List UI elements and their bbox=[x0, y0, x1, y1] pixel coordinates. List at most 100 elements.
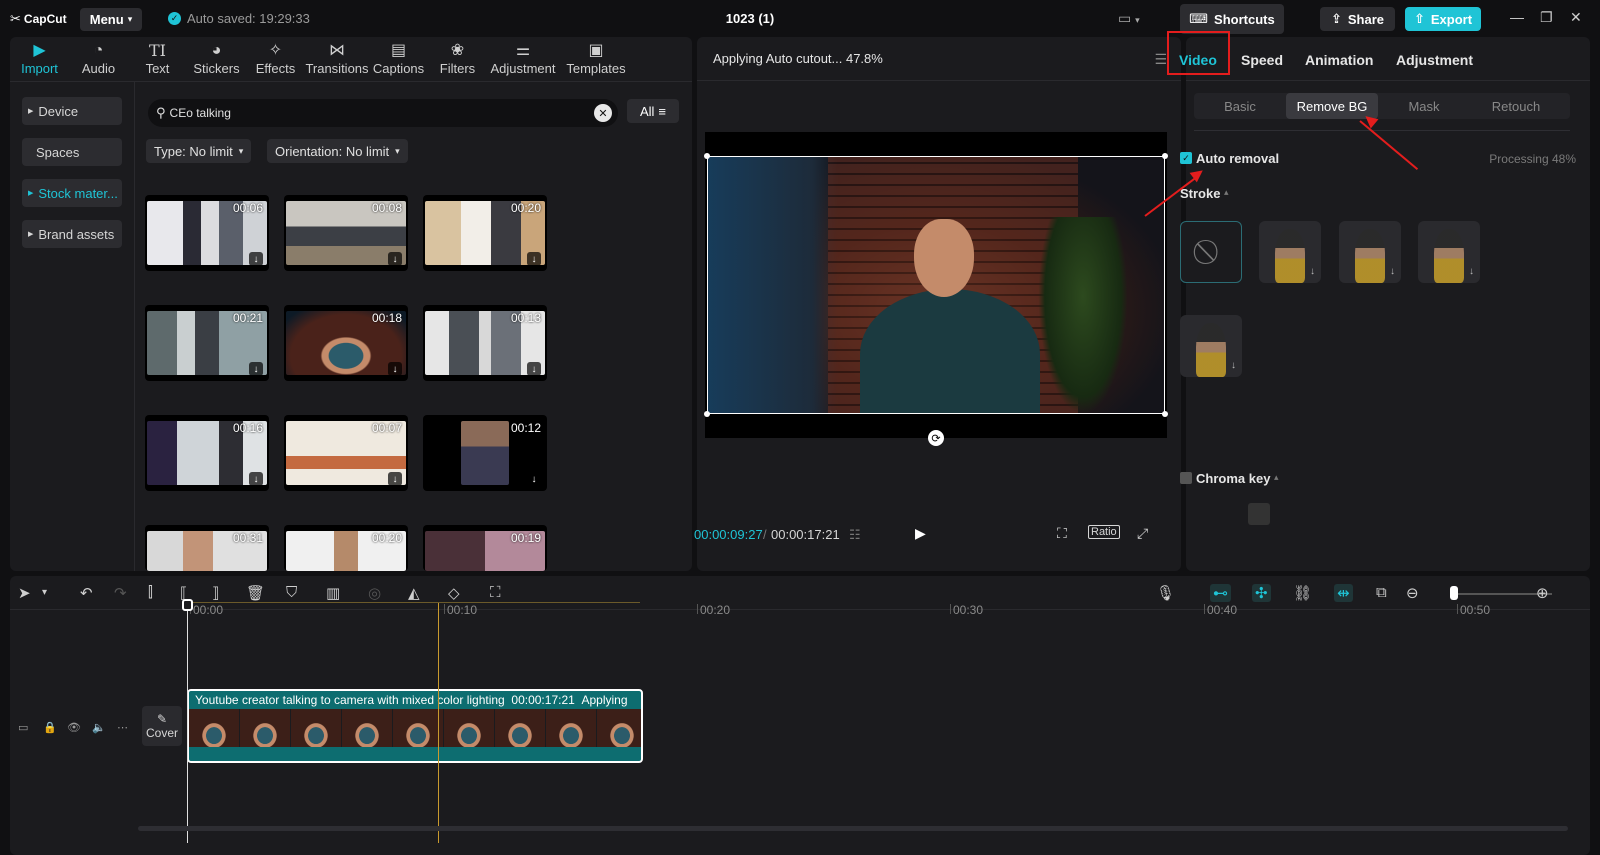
main-track-magnet-icon[interactable]: ⊷ bbox=[1210, 584, 1231, 602]
clear-search-icon[interactable]: ✕ bbox=[594, 104, 612, 122]
download-icon[interactable]: ↓ bbox=[527, 472, 541, 486]
stroke-option-none[interactable]: ⃠ bbox=[1180, 221, 1242, 283]
sidebar-item-device[interactable]: ▶ Device bbox=[22, 97, 122, 125]
stock-thumbnail[interactable]: 00:19 bbox=[423, 525, 547, 571]
all-filter-button[interactable]: All ≡ bbox=[627, 99, 679, 123]
resize-handle[interactable] bbox=[704, 411, 710, 417]
link-icon[interactable]: ⛓ bbox=[1293, 584, 1312, 602]
stroke-label[interactable]: Stroke bbox=[1180, 186, 1220, 201]
orientation-filter-dropdown[interactable]: Orientation: No limit ▾ bbox=[267, 139, 408, 163]
subtab-mask[interactable]: Mask bbox=[1378, 93, 1470, 119]
playhead-handle[interactable] bbox=[182, 599, 193, 611]
close-icon[interactable]: ✕ bbox=[1570, 9, 1582, 26]
microphone-icon[interactable]: 🎙 bbox=[1156, 584, 1175, 602]
share-button[interactable]: ⇪ Share bbox=[1320, 7, 1395, 31]
color-picker-swatch[interactable] bbox=[1248, 503, 1270, 525]
subtab-remove-bg[interactable]: Remove BG bbox=[1286, 93, 1378, 119]
rotate-icon[interactable]: ◇ bbox=[448, 584, 460, 602]
redo-icon[interactable]: ↷ bbox=[114, 584, 127, 602]
tab-text[interactable]: TI Text bbox=[128, 37, 187, 81]
stock-thumbnail[interactable]: 00:20 bbox=[284, 525, 408, 571]
fullscreen-icon[interactable]: ⤢ bbox=[1137, 525, 1148, 542]
maximize-icon[interactable]: ❐ bbox=[1540, 9, 1553, 26]
screen-preview-icon[interactable]: ⧉ bbox=[1376, 584, 1387, 601]
tab-audio[interactable]: ◔ Audio bbox=[69, 37, 128, 81]
stock-thumbnail[interactable]: 00:12 ↓ bbox=[423, 415, 547, 491]
tab-effects[interactable]: ✧ Effects bbox=[246, 37, 305, 81]
grid-list-icon[interactable]: ☷ bbox=[849, 527, 861, 543]
tab-transitions[interactable]: ⋈ Transitions bbox=[305, 37, 369, 81]
export-button[interactable]: ⇧ Export bbox=[1405, 7, 1481, 31]
subtab-retouch[interactable]: Retouch bbox=[1470, 93, 1562, 119]
stock-thumbnail[interactable]: 00:07 ↓ bbox=[284, 415, 408, 491]
stock-thumbnail[interactable]: 00:08 ↓ bbox=[284, 195, 408, 271]
tab-adjustment[interactable]: Adjustment bbox=[1396, 52, 1473, 68]
tab-animation[interactable]: Animation bbox=[1305, 52, 1373, 68]
crop-icon[interactable]: ⛶ bbox=[490, 584, 501, 601]
playhead[interactable] bbox=[182, 599, 193, 843]
stroke-option[interactable]: ↓ bbox=[1259, 221, 1321, 283]
download-icon[interactable]: ↓ bbox=[527, 252, 541, 266]
stroke-option[interactable]: ↓ bbox=[1339, 221, 1401, 283]
cover-button[interactable]: ✎ Cover bbox=[142, 706, 182, 746]
lock-icon[interactable]: 🔒 bbox=[43, 721, 57, 734]
shortcuts-button[interactable]: ⌨ Shortcuts bbox=[1180, 4, 1284, 34]
resize-handle[interactable] bbox=[704, 153, 710, 159]
chevron-up-icon[interactable]: ▴ bbox=[1274, 472, 1279, 483]
marker-icon[interactable]: ⛉ bbox=[286, 584, 297, 601]
split-icon[interactable]: ⫿ bbox=[148, 584, 153, 601]
freeze-frame-icon[interactable]: ▥ bbox=[326, 584, 340, 602]
download-icon[interactable]: ↓ bbox=[388, 362, 402, 376]
download-icon[interactable]: ↓ bbox=[388, 472, 402, 486]
chevron-up-icon[interactable]: ▴ bbox=[1224, 187, 1229, 198]
video-clip[interactable]: Youtube creator talking to camera with m… bbox=[187, 689, 643, 763]
fit-screen-icon[interactable]: ⛶ bbox=[1057, 525, 1067, 542]
stock-thumbnail[interactable]: 00:18 ↓ bbox=[284, 305, 408, 381]
tab-stickers[interactable]: ◕ Stickers bbox=[187, 37, 246, 81]
stock-thumbnail[interactable]: 00:16 ↓ bbox=[145, 415, 269, 491]
stock-thumbnail[interactable]: 00:06 ↓ bbox=[145, 195, 269, 271]
eye-icon[interactable]: 👁 bbox=[67, 721, 81, 734]
track-display-icon[interactable]: ▭ bbox=[18, 721, 28, 734]
stock-thumbnail[interactable]: 00:20 ↓ bbox=[423, 195, 547, 271]
sidebar-item-spaces[interactable]: Spaces bbox=[22, 138, 122, 166]
stock-thumbnail[interactable]: 00:31 bbox=[145, 525, 269, 571]
search-input[interactable]: ⚲ CEo talking ✕ bbox=[148, 99, 618, 127]
tab-templates[interactable]: ▣ Templates bbox=[559, 37, 633, 81]
minimize-icon[interactable]: — bbox=[1510, 9, 1524, 25]
download-icon[interactable]: ↓ bbox=[527, 362, 541, 376]
tab-speed[interactable]: Speed bbox=[1241, 52, 1283, 68]
timeline-scrollbar[interactable] bbox=[138, 826, 1568, 831]
sidebar-item-brand-assets[interactable]: ▶ Brand assets bbox=[22, 220, 122, 248]
video-preview[interactable]: ⟳ bbox=[704, 132, 1168, 446]
stroke-option[interactable]: ↓ bbox=[1418, 221, 1480, 283]
layout-icon[interactable]: ▭ ▾ bbox=[1118, 10, 1140, 27]
delete-icon[interactable]: 🗑 bbox=[246, 584, 265, 602]
hamburger-menu-icon[interactable]: ☰ bbox=[1154, 51, 1167, 68]
tab-filters[interactable]: ❀ Filters bbox=[428, 37, 487, 81]
menu-button[interactable]: Menu ▾ bbox=[80, 8, 142, 31]
stock-thumbnail[interactable]: 00:13 ↓ bbox=[423, 305, 547, 381]
rotate-icon[interactable]: ⟳ bbox=[928, 430, 944, 446]
chevron-down-icon[interactable]: ▾ bbox=[42, 587, 47, 598]
chroma-key-checkbox[interactable] bbox=[1180, 472, 1192, 484]
download-icon[interactable]: ↓ bbox=[388, 252, 402, 266]
undo-icon[interactable]: ↶ bbox=[80, 584, 93, 602]
stock-thumbnail[interactable]: 00:21 ↓ bbox=[145, 305, 269, 381]
zoom-out-icon[interactable]: ⊖ bbox=[1406, 584, 1419, 602]
auto-snap-icon[interactable]: ✣ bbox=[1252, 584, 1271, 602]
reverse-icon[interactable]: ◎ bbox=[368, 584, 381, 602]
zoom-slider-knob[interactable] bbox=[1450, 586, 1458, 600]
auto-removal-checkbox[interactable]: ✓ bbox=[1180, 152, 1192, 164]
resize-handle[interactable] bbox=[1162, 411, 1168, 417]
type-filter-dropdown[interactable]: Type: No limit ▾ bbox=[146, 139, 252, 163]
more-options-icon[interactable]: ⋯ bbox=[117, 721, 128, 734]
speaker-icon[interactable]: 🔈 bbox=[92, 721, 106, 734]
sidebar-item-stock-material[interactable]: ▶ Stock mater... bbox=[22, 179, 122, 207]
tab-adjustment[interactable]: ⚌ Adjustment bbox=[487, 37, 559, 81]
stroke-option[interactable]: ↓ bbox=[1180, 315, 1242, 377]
split-right-icon[interactable]: ⟧ bbox=[212, 584, 219, 602]
tab-captions[interactable]: ▤ Captions bbox=[369, 37, 428, 81]
resize-handle[interactable] bbox=[1162, 153, 1168, 159]
select-cursor-icon[interactable]: ➤ bbox=[18, 584, 31, 602]
